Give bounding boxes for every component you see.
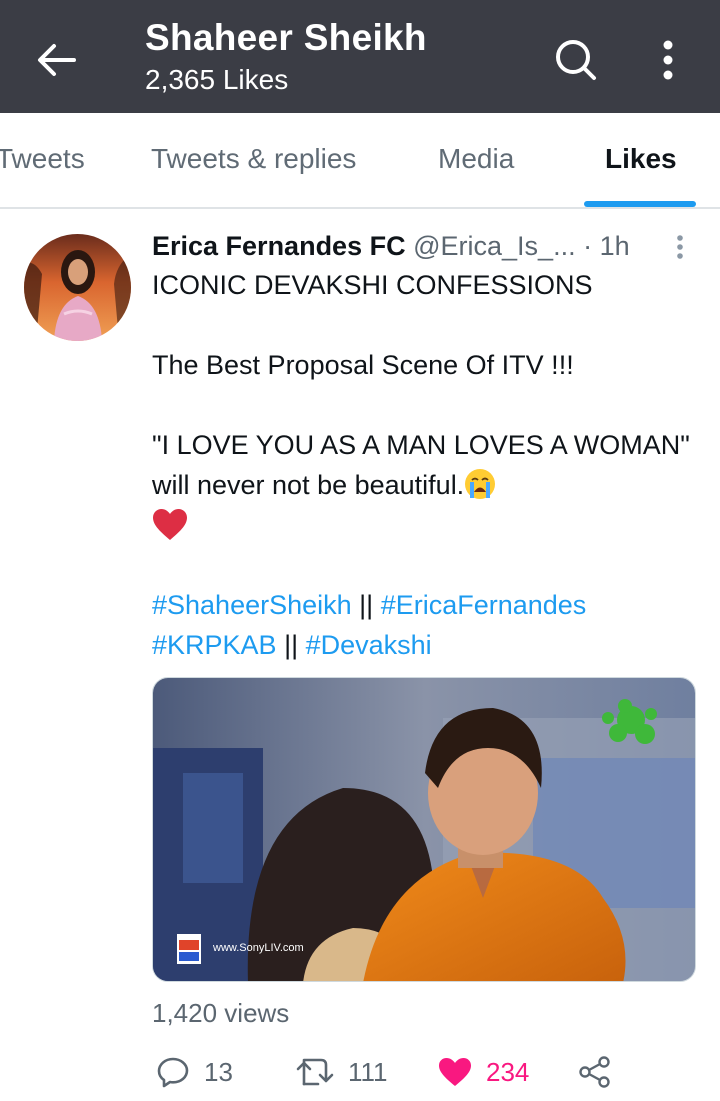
more-vertical-icon [663, 40, 673, 80]
author-name[interactable]: Erica Fernandes FC [152, 231, 406, 261]
crying-face-icon [465, 469, 496, 499]
tab-likes[interactable]: Likes [605, 143, 677, 175]
retweet-count: 111 [348, 1056, 388, 1087]
hashtag-separator: || [276, 630, 306, 660]
separator-dot: · [583, 231, 593, 261]
profile-name: Shaheer Sheikh [145, 17, 427, 58]
tweet-video[interactable]: www.SonyLIV.com [152, 677, 696, 982]
share-icon [579, 1056, 610, 1088]
caret-icon [677, 235, 683, 259]
search-button[interactable] [550, 34, 602, 86]
reply-count: 13 [204, 1056, 233, 1087]
heart-emoji-icon [153, 509, 187, 540]
view-count: 1,420 views [152, 998, 290, 1028]
reply-icon [157, 1057, 189, 1088]
hashtag-krpkab[interactable]: #KRPKAB [152, 630, 277, 660]
tab-media[interactable]: Media [438, 143, 514, 175]
tab-tweets-replies[interactable]: Tweets & replies [151, 143, 356, 175]
tweet-time[interactable]: 1h [600, 231, 630, 261]
author-handle[interactable]: @Erica_Is_... [413, 231, 575, 261]
search-icon [556, 40, 596, 80]
hashtag-line-1: #ShaheerSheikh || #EricaFernandes [152, 585, 697, 625]
tweet-line-1: ICONIC DEVAKSHI CONFESSIONS [152, 270, 593, 300]
hashtag-shaheersheikh[interactable]: #ShaheerSheikh [152, 590, 352, 620]
share-button[interactable] [578, 1048, 612, 1096]
more-options-button[interactable] [642, 34, 694, 86]
tweet-actions: 13 111 234 [0, 1048, 720, 1096]
app-header: Shaheer Sheikh 2,365 Likes [0, 0, 720, 113]
media-watermark: www.SonyLIV.com [212, 942, 304, 954]
active-tab-indicator [584, 201, 696, 207]
header-title-block: Shaheer Sheikh 2,365 Likes [145, 16, 427, 98]
hashtag-separator: || [351, 590, 381, 620]
hashtag-ericafernandes[interactable]: #EricaFernandes [381, 590, 587, 620]
retweet-button[interactable]: 111 [296, 1048, 388, 1096]
heart-icon [439, 1058, 471, 1086]
tweet-text: ICONIC DEVAKSHI CONFESSIONS The Best Pro… [152, 265, 697, 665]
tweet-menu-button[interactable] [670, 233, 690, 263]
tweet-line-3: "I LOVE YOU AS A MAN LOVES A WOMAN" will… [152, 430, 690, 500]
like-button[interactable]: 234 [438, 1048, 529, 1096]
tab-tweets[interactable]: Tweets [0, 143, 85, 175]
like-count: 234 [486, 1056, 530, 1087]
tweet-line-2: The Best Proposal Scene Of ITV !!! [152, 350, 574, 380]
tweet-header: Erica Fernandes FC @Erica_Is_... · 1h [152, 228, 692, 264]
likes-count: 2,365 Likes [145, 64, 289, 95]
hashtag-devakshi[interactable]: #Devakshi [306, 630, 432, 660]
reply-button[interactable]: 13 [156, 1048, 233, 1096]
profile-tabs: Tweets Tweets & replies Media Likes [0, 113, 720, 209]
avatar[interactable] [24, 234, 131, 341]
retweet-icon [296, 1058, 334, 1086]
arrow-left-icon [38, 44, 76, 76]
hashtag-line-2: #KRPKAB || #Devakshi [152, 625, 697, 665]
back-button[interactable] [30, 34, 82, 86]
